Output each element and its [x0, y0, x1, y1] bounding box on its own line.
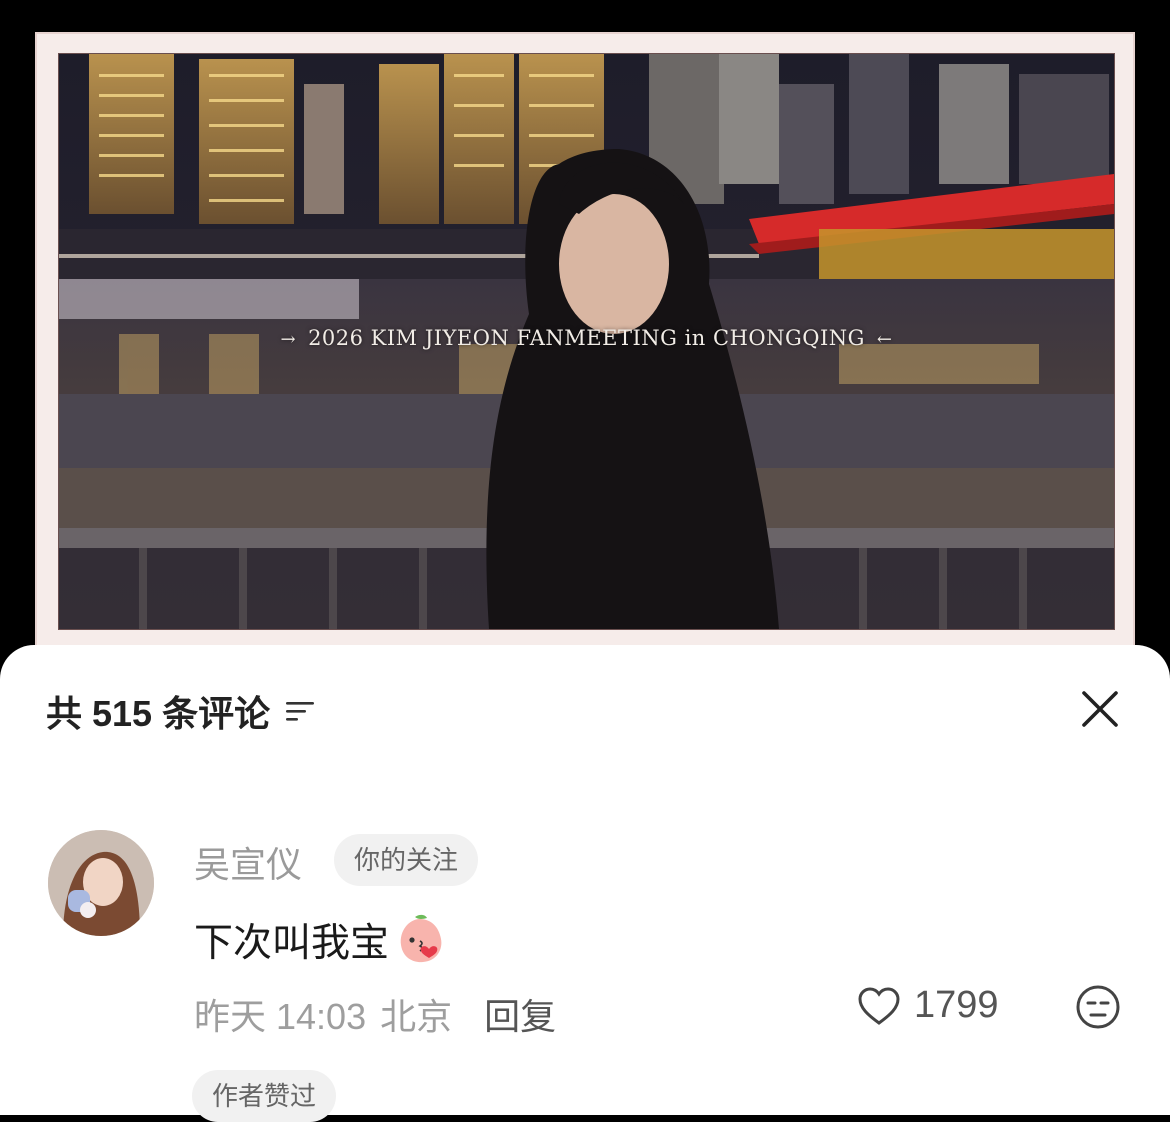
comment-count: 共 515 条评论 [46, 693, 271, 734]
comments-sheet: 共 515 条评论 吴宣仪 你的关注 下次叫我宝 昨天 14:03 北京 回复 … [0, 645, 1170, 1122]
comments-header: 共 515 条评论 [46, 689, 316, 734]
author-liked-badge: 作者赞过 [192, 1070, 337, 1122]
heart-icon[interactable] [856, 985, 902, 1027]
caption-text: 2026 KIM JIYEON FANMEETING in CHONGQING [308, 326, 865, 350]
comment-item: 吴宣仪 你的关注 下次叫我宝 昨天 14:03 北京 回复 1799 作者赞过 [48, 830, 1128, 1122]
dislike-face-icon[interactable] [1074, 983, 1122, 1031]
comment-meta: 昨天 14:03 北京 回复 [194, 988, 556, 1040]
close-icon[interactable] [1078, 687, 1122, 731]
comment-author[interactable]: 吴宣仪 [194, 836, 302, 888]
comment-text-row: 下次叫我宝 [194, 912, 447, 968]
like-count: 1799 [914, 984, 999, 1026]
avatar[interactable] [48, 830, 154, 936]
filter-lines-icon[interactable] [284, 699, 316, 723]
comment-text: 下次叫我宝 [194, 922, 390, 965]
reply-button[interactable]: 回复 [484, 988, 556, 1040]
caption-arrow-right: ← [876, 329, 893, 350]
peach-kiss-emoji [400, 914, 442, 963]
comment-timestamp: 昨天 14:03 [194, 996, 367, 1037]
video-caption: → 2026 KIM JIYEON FANMEETING in CHONGQING… [59, 326, 1114, 350]
video-area[interactable]: → 2026 KIM JIYEON FANMEETING in CHONGQING… [0, 0, 1170, 660]
like-button[interactable]: 1799 [856, 984, 999, 1027]
follow-badge: 你的关注 [334, 834, 479, 886]
caption-arrow-left: → [280, 329, 297, 350]
comment-location: 北京 [380, 996, 453, 1037]
video-frame[interactable]: → 2026 KIM JIYEON FANMEETING in CHONGQING… [58, 53, 1115, 630]
